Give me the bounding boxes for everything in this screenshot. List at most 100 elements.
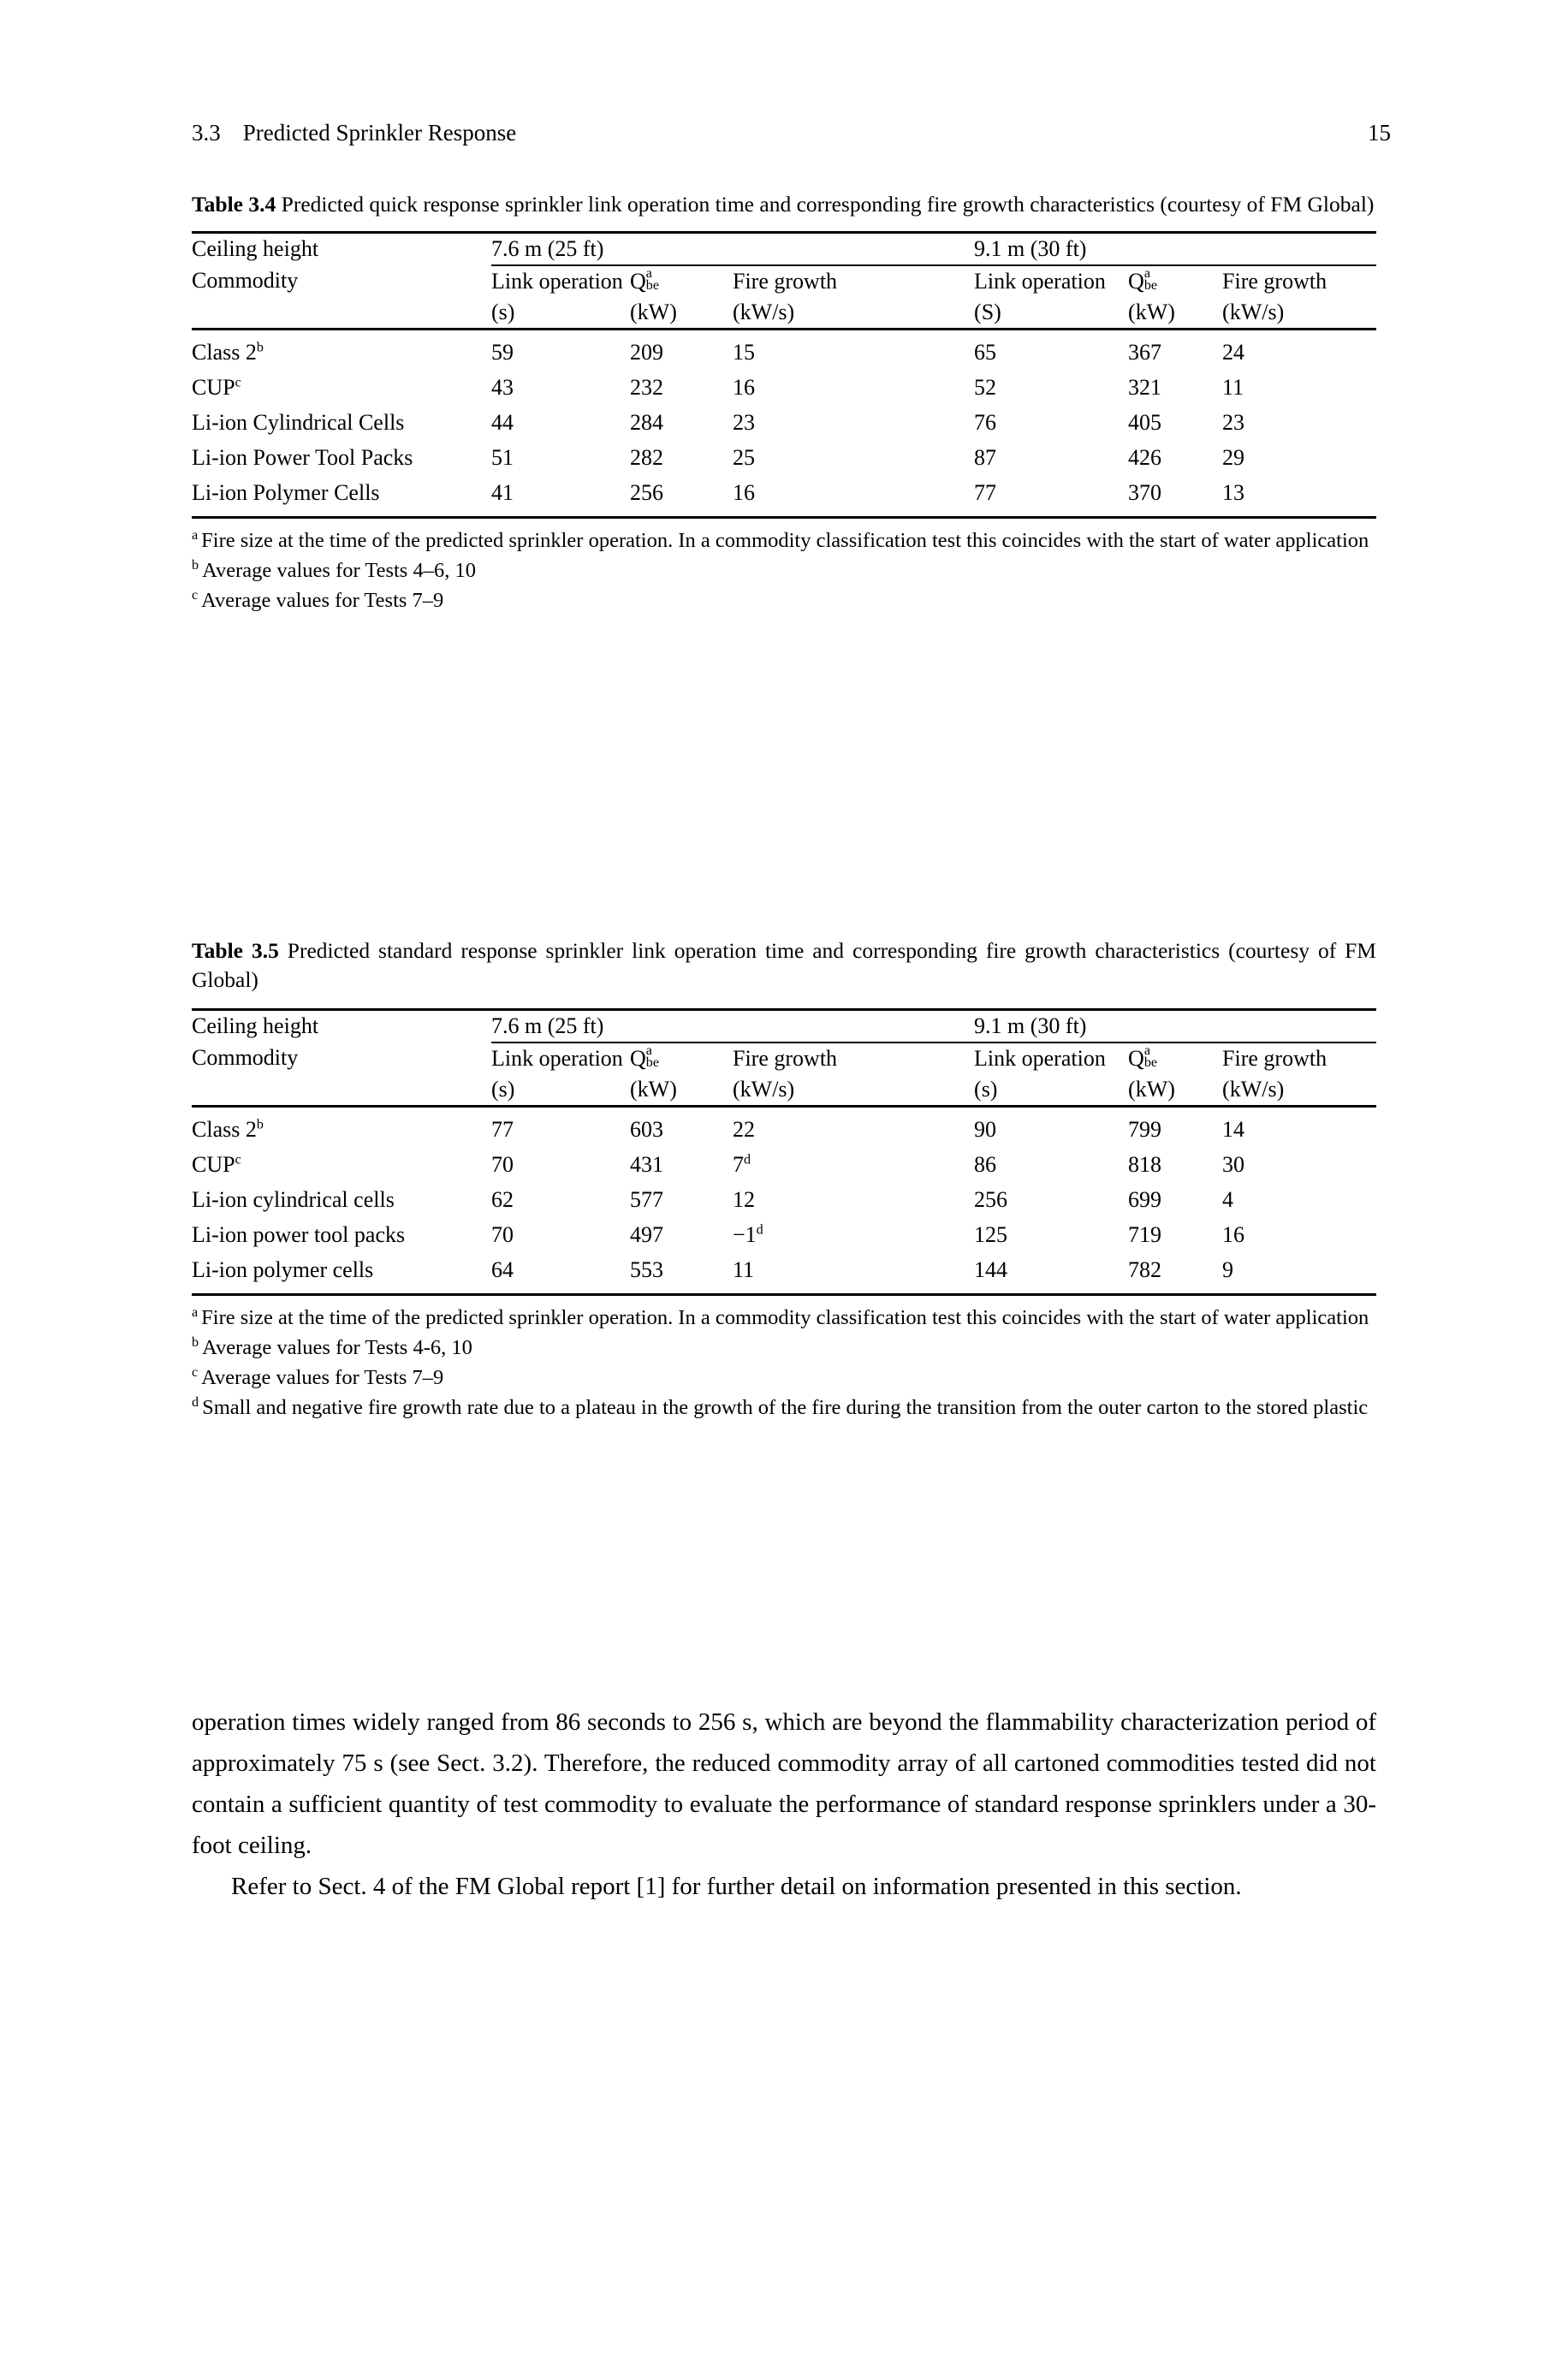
table-3-5-row-0-commodity: Class 2b (192, 1105, 491, 1147)
table-3-4-column-header-row: Commodity Link operation (s) Qa be (kW) F… (192, 265, 1376, 330)
table-3-4-row-4-link-30: 77 (974, 475, 1129, 519)
table-3-4-footnote-a-text: Fire size at the time of the predicted s… (201, 529, 1369, 552)
table-3-4-row-3-commodity: Li-ion Power Tool Packs (192, 440, 491, 475)
document-page: 3.3 Predicted Sprinkler Response 15 Tabl… (0, 0, 1568, 2376)
table-3-5-row-1-growth-25-mark: d (744, 1152, 751, 1167)
table-3-5-row-0-growth-25-value: 22 (733, 1117, 755, 1142)
table-3-5-colhead-link-25-unit: (s) (491, 1077, 515, 1102)
table-3-5-row-0-commodity-mark: b (256, 1117, 264, 1132)
table-3-4-colhead-q-30-symbol: Qa be (1128, 266, 1167, 297)
table-3-5-colhead-growth-30-unit: (kW/s) (1222, 1077, 1285, 1102)
table-3-5-footnote-a-mark: a (192, 1304, 199, 1320)
table-3-4-colhead-link-25-label: Link operation (491, 269, 623, 294)
table-row: Li-ion polymer cells 64 553 11 144 782 9 (192, 1252, 1377, 1296)
table-3-4-row-1-q-30: 321 (1128, 375, 1162, 400)
table-row: Class 2b 77 603 22 90 799 14 (192, 1105, 1377, 1147)
table-3-4-row-0-growth-30: 24 (1222, 328, 1377, 370)
table-3-4-colhead-link-30: Link operation (S) (974, 265, 1128, 330)
table-3-5-footnote-a: a Fire size at the time of the predicted … (192, 1303, 1376, 1333)
table-3-5-row-4-commodity: Li-ion polymer cells (192, 1252, 491, 1296)
table-3-4-row-3-link-30: 87 (974, 445, 997, 470)
table-3-5-footnote-a-text: Fire size at the time of the predicted s… (201, 1306, 1369, 1329)
table-3-5-colhead-link-25-label: Link operation (491, 1046, 623, 1071)
table-3-4-caption-label: Table 3.4 (192, 192, 276, 217)
table-3-4-group-header-25ft: 7.6 m (25 ft) (491, 231, 975, 264)
table-3-5-row-3-commodity-label: Li-ion power tool packs (192, 1222, 406, 1247)
table-3-5-row-1-growth-25: 7d (733, 1147, 974, 1182)
table-3-4-colhead-q-25: Qa be (kW) (630, 265, 733, 330)
running-head-section-number: 3.3 (192, 120, 221, 146)
table-3-5-caption: Table 3.5 Predicted standard response sp… (192, 936, 1376, 995)
table-3-5-row-1-commodity: CUPc (192, 1147, 491, 1182)
table-3-5-footnotes: a Fire size at the time of the predicted … (192, 1303, 1376, 1423)
table-3-5-row-2-growth-25-value: 12 (733, 1187, 755, 1212)
table-3-4-colhead-growth-30-unit: (kW/s) (1222, 300, 1285, 324)
table-3-4-stub-header-ceiling: Ceiling height (192, 231, 491, 264)
table-3-5-row-3-q-30: 719 (1128, 1222, 1162, 1247)
table-3-5-colhead-growth-25-label: Fire growth (733, 1046, 838, 1071)
table-3-5-footnote-b-mark: b (192, 1334, 199, 1350)
table-row: Li-ion Cylindrical Cells 44 284 23 76 40… (192, 405, 1376, 440)
table-3-5-row-4-q-25: 553 (630, 1252, 733, 1296)
table-3-5-footnote-d: d Small and negative fire growth rate due… (192, 1393, 1376, 1423)
table-3-4-footnote-c: c Average values for Tests 7–9 (192, 585, 1376, 615)
table-3-5-footnote-c-mark: c (192, 1364, 199, 1380)
table-3-4-row-3-q-30: 426 (1128, 445, 1162, 470)
table-3-4-q-25-scripts: a be (646, 266, 669, 294)
table-row: Li-ion cylindrical cells 62 577 12 256 6… (192, 1182, 1376, 1217)
table-3-5-row-2-growth-25: 12 (733, 1182, 974, 1217)
table-3-5-row-1-commodity-mark: c (235, 1152, 241, 1167)
table-3-5-block: Table 3.5 Predicted standard response sp… (192, 936, 1377, 1423)
table-3-5-footnote-b: b Average values for Tests 4-6, 10 (192, 1333, 1376, 1363)
table-3-4-row-2-growth-30: 23 (1222, 410, 1245, 435)
table-3-4-footnote-a: a Fire size at the time of the predicted … (192, 526, 1376, 555)
table-3-5-row-4-growth-30: 9 (1222, 1252, 1377, 1296)
table-3-4-footnote-b-text: Average values for Tests 4–6, 10 (202, 559, 476, 582)
table-3-5-colhead-growth-25-unit: (kW/s) (733, 1077, 795, 1102)
table-row: CUPc 43 232 16 52 321 11 (192, 370, 1376, 405)
body-text: operation times widely ranged from 86 se… (192, 1702, 1376, 1907)
table-3-5-colhead-growth-30-label: Fire growth (1222, 1046, 1327, 1071)
table-3-5-column-header-row: Commodity Link operation (s) Qa be (kW) F… (192, 1042, 1376, 1107)
table-3-4-colhead-q-25-unit: (kW) (630, 300, 677, 324)
table-3-4-row-1-commodity-mark: c (235, 375, 241, 390)
table-3-5-footnote-d-text: Small and negative fire growth rate due … (202, 1396, 1369, 1419)
table-3-4-row-3-link-25: 51 (491, 445, 514, 470)
table-3-4-row-2-q-30: 405 (1128, 410, 1162, 435)
table-3-5-row-1-commodity-label: CUP (192, 1152, 235, 1177)
table-3-5-footnote-c: c Average values for Tests 7–9 (192, 1363, 1376, 1393)
table-3-4-row-0-q-25: 209 (630, 328, 733, 370)
table-3-4-colhead-growth-25-unit: (kW/s) (733, 300, 795, 324)
table-3-5-row-3-growth-25: −1d (733, 1217, 974, 1252)
running-head-title: Predicted Sprinkler Response (242, 120, 517, 146)
table-3-4-row-4-growth-25: 16 (733, 475, 975, 519)
table-3-5-row-3-growth-30: 16 (1222, 1222, 1245, 1247)
table-3-5-group-header-30ft: 9.1 m (30 ft) (974, 1008, 1377, 1042)
table-3-4-row-2-growth-25: 23 (733, 410, 755, 435)
table-3-4-row-1-link-30: 52 (974, 375, 997, 400)
table-3-4-group-header-30ft: 9.1 m (30 ft) (974, 231, 1377, 264)
table-3-4-q-30-base: Q (1128, 269, 1144, 294)
table-3-4-footnote-a-mark: a (192, 527, 199, 543)
table-3-5-colhead-q-25-unit: (kW) (630, 1077, 677, 1102)
table-3-4-block: Table 3.4 Predicted quick response sprin… (192, 190, 1377, 615)
table-3-4-q-30-scripts: a be (1144, 266, 1167, 294)
table-3-5-q-25-subscript: be (645, 1055, 659, 1071)
table-3-5-caption-label: Table 3.5 (192, 938, 279, 963)
table-3-4-stub-header-commodity: Commodity (192, 268, 299, 293)
table-3-5-q-30-scripts: a be (1144, 1043, 1167, 1071)
table-3-5-footnote-c-text: Average values for Tests 7–9 (201, 1366, 444, 1389)
table-3-4-footnote-b: b Average values for Tests 4–6, 10 (192, 555, 1376, 585)
table-3-5-row-2-link-30: 256 (974, 1187, 1008, 1212)
table-3-5-row-3-q-25: 497 (630, 1222, 663, 1247)
table-3-5-row-1-q-30: 818 (1128, 1152, 1162, 1177)
table-3-5-row-3-commodity: Li-ion power tool packs (192, 1217, 491, 1252)
table-row: Li-ion Power Tool Packs 51 282 25 87 426… (192, 440, 1376, 475)
table-3-4-row-3-growth-25: 25 (733, 445, 755, 470)
table-3-4-row-0-link-30: 65 (974, 328, 1129, 370)
table-3-4-row-4-commodity: Li-ion Polymer Cells (192, 475, 491, 519)
table-3-5-colhead-link-30-unit: (s) (974, 1077, 998, 1102)
table-3-5-row-0-growth-25: 22 (733, 1105, 975, 1147)
table-3-4-colhead-q-25-symbol: Qa be (630, 266, 669, 297)
table-row: Class 2b 59 209 15 65 367 24 (192, 328, 1377, 370)
